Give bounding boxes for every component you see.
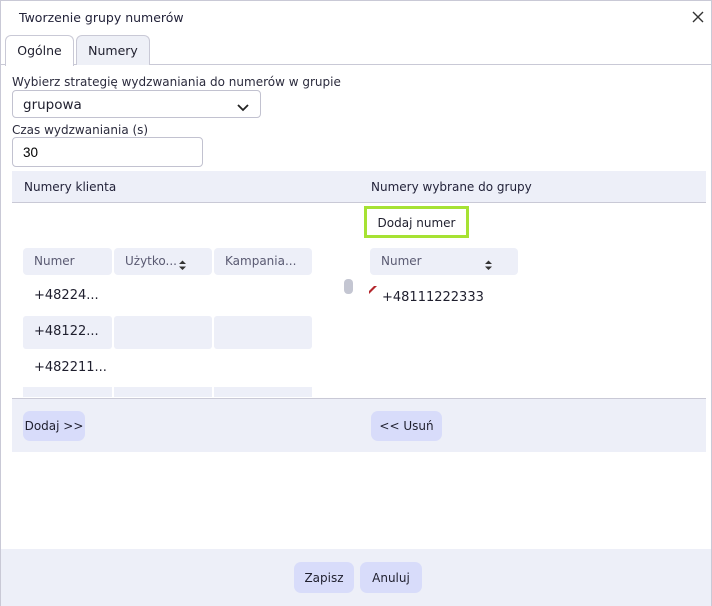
cancel-button[interactable]: Anuluj [360, 562, 422, 593]
table-row-cell[interactable]: +482211... [23, 352, 112, 385]
table-row-cell[interactable]: +48122... [23, 316, 112, 349]
column-header-user[interactable]: Użytko... [114, 248, 212, 275]
dialog: Tworzenie grupy numerów Ogólne Numery Wy… [0, 0, 712, 606]
dialog-footer: Zapisz Anuluj [1, 549, 711, 606]
strategy-value: grupowa [23, 97, 82, 113]
close-icon[interactable] [687, 6, 709, 28]
title-bar: Tworzenie grupy numerów [1, 1, 711, 34]
save-button[interactable]: Zapisz [294, 562, 354, 593]
strategy-select[interactable]: grupowa [12, 90, 261, 118]
strategy-label: Wybierz strategię wydzwaniania do numeró… [12, 75, 341, 89]
selected-column-header-number[interactable]: Numer [370, 248, 518, 275]
selected-row-cell[interactable]: +48111222333 [371, 282, 519, 315]
scrollbar-thumb[interactable] [344, 279, 353, 294]
tab-general[interactable]: Ogólne [5, 35, 74, 66]
tab-bar: Ogólne Numery [1, 35, 711, 66]
chevron-down-icon [236, 99, 250, 112]
time-label: Czas wydzwaniania (s) [12, 123, 149, 137]
dialog-title: Tworzenie grupy numerów [19, 10, 184, 25]
table-row-partial [23, 387, 313, 397]
numbers-panel-footer [12, 398, 706, 452]
selected-numbers-heading: Numery wybrane do grupy [371, 180, 532, 194]
column-header-user-label: Użytko... [125, 254, 177, 268]
sort-icon[interactable] [178, 256, 187, 270]
column-header-campaign[interactable]: Kampania... [214, 248, 312, 275]
client-numbers-heading: Numery klienta [24, 180, 117, 194]
add-number-button[interactable]: Dodaj numer [364, 206, 469, 238]
tab-numbers[interactable]: Numery [76, 35, 150, 65]
remove-from-group-button[interactable]: << Usuń [371, 411, 442, 441]
table-row-cell[interactable]: +48224... [23, 280, 112, 313]
column-header-number[interactable]: Numer [23, 248, 112, 275]
sort-icon[interactable] [484, 256, 493, 270]
time-input[interactable] [12, 137, 203, 167]
table-row-cell[interactable] [114, 316, 212, 349]
add-to-group-button[interactable]: Dodaj >> [23, 411, 85, 441]
numbers-panel-header: Numery klienta Numery wybrane do grupy [12, 171, 706, 203]
table-row-cell[interactable] [214, 316, 312, 349]
